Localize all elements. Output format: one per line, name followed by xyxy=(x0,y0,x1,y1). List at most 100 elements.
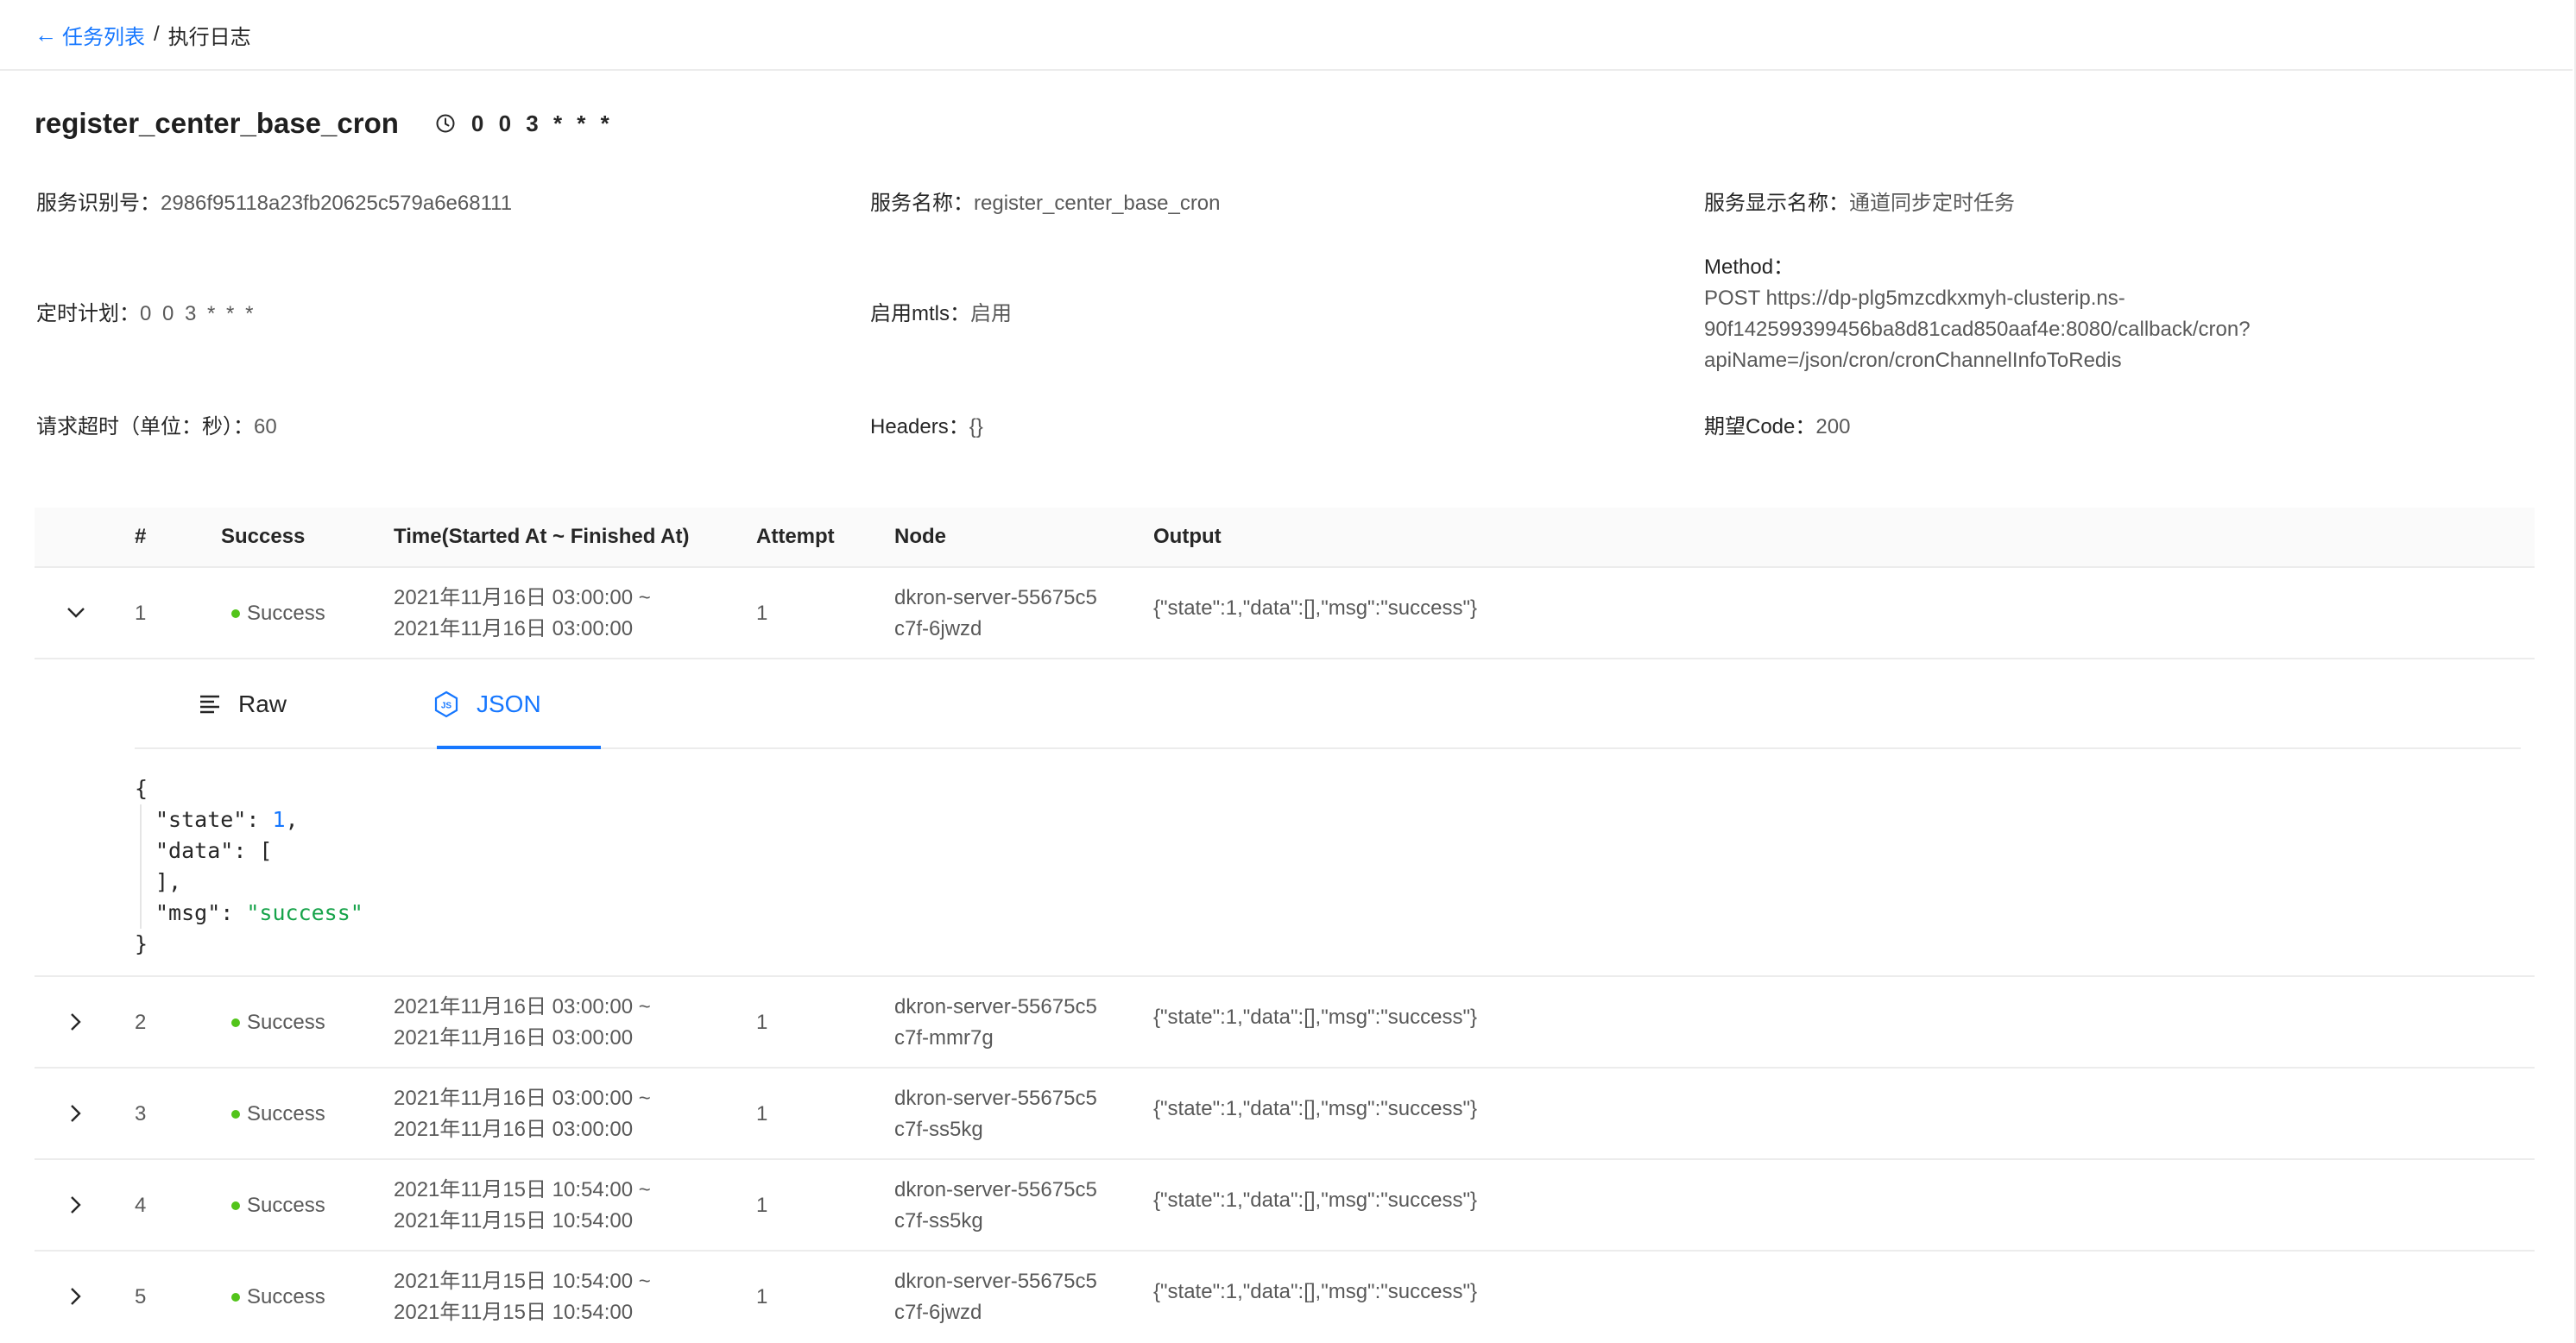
json-colon: : xyxy=(246,807,273,832)
json-colon: : xyxy=(220,900,247,925)
column-header-attempt[interactable]: Attempt xyxy=(756,525,835,549)
success-dot-icon xyxy=(231,1201,240,1210)
row-index: 3 xyxy=(135,1102,147,1125)
column-header-node[interactable]: Node xyxy=(894,525,946,549)
info-value: 0 0 3 * * * xyxy=(140,302,256,325)
breadcrumb: ← 任务列表 / 执行日志 xyxy=(0,0,2573,71)
json-array-open: : [ xyxy=(233,838,273,863)
column-header-time[interactable]: Time(Started At ~ Finished At) xyxy=(394,525,689,549)
row-node: dkron-server-55675c5 c7f-ss5kg xyxy=(894,1083,1097,1145)
info-label: 启用mtls： xyxy=(870,302,970,325)
time-end: 2021年11月16日 03:00:00 xyxy=(394,617,634,640)
tab-json[interactable]: JS JSON xyxy=(433,659,541,749)
info-label: Method： xyxy=(1704,255,1795,279)
chevron-right-icon xyxy=(71,1013,81,1031)
info-value: 60 xyxy=(254,415,277,438)
arrow-left-icon[interactable]: ← xyxy=(35,22,57,48)
time-start: 2021年11月15日 10:54:00 ~ xyxy=(394,1270,651,1293)
json-line-state: "state": 1, xyxy=(155,804,363,835)
info-mtls: 启用mtls：启用 xyxy=(870,299,1012,330)
time-start: 2021年11月16日 03:00:00 ~ xyxy=(394,1087,651,1110)
node-line-2: c7f-ss5kg xyxy=(894,1209,983,1233)
info-headers: Headers：{} xyxy=(870,412,983,443)
row-attempt: 1 xyxy=(756,1102,768,1125)
tab-raw-label[interactable]: Raw xyxy=(238,690,287,718)
info-value: 通道同步定时任务 xyxy=(1849,192,2015,215)
node-line-1: dkron-server-55675c5 xyxy=(894,995,1097,1018)
success-dot-icon xyxy=(231,1018,240,1027)
info-value: 200 xyxy=(1815,415,1851,438)
json-line-data: "data": [ xyxy=(155,835,363,867)
node-line-1: dkron-server-55675c5 xyxy=(894,1270,1097,1293)
tab-json-label[interactable]: JSON xyxy=(477,690,541,718)
json-number: 1 xyxy=(272,807,286,832)
back-to-task-list-link[interactable]: ← 任务列表 xyxy=(35,20,145,50)
page: ← 任务列表 / 执行日志 register_center_base_cron … xyxy=(0,0,2576,1343)
execution-log-table: # Success Time(Started At ~ Finished At)… xyxy=(35,508,2535,1343)
status-badge: Success xyxy=(231,598,325,629)
info-value: 2986f95118a23fb20625c579a6e68111 xyxy=(161,192,513,215)
collapse-row-button[interactable] xyxy=(64,601,88,625)
json-line-array-close: ], xyxy=(155,869,182,894)
expand-row-button[interactable] xyxy=(64,1284,88,1308)
expand-row-button[interactable] xyxy=(64,1101,88,1125)
info-value: {} xyxy=(969,415,983,438)
time-start: 2021年11月16日 03:00:00 ~ xyxy=(394,586,651,609)
row-node: dkron-server-55675c5 c7f-mmr7g xyxy=(894,992,1097,1054)
row-node: dkron-server-55675c5 c7f-6jwzd xyxy=(894,1266,1097,1328)
column-header-output[interactable]: Output xyxy=(1153,525,1222,549)
active-tab-indicator xyxy=(437,746,601,749)
svg-text:JS: JS xyxy=(441,702,452,711)
info-label: 定时计划： xyxy=(36,302,140,325)
node-line-1: dkron-server-55675c5 xyxy=(894,1178,1097,1201)
method-url-line-2: 90f142599399456ba8d81cad850aaf4e:8080/ca… xyxy=(1704,318,2251,341)
raw-text-icon xyxy=(199,693,221,716)
chevron-right-icon xyxy=(71,1105,81,1122)
info-value: 启用 xyxy=(970,302,1012,325)
node-line-2: c7f-6jwzd xyxy=(894,617,982,640)
chevron-right-icon xyxy=(71,1288,81,1305)
breadcrumb-current: 执行日志 xyxy=(167,25,251,49)
row-output: {"state":1,"data":[],"msg":"success"} xyxy=(1153,1006,1477,1029)
json-body: "state": 1, "data": [ ], "msg": "success… xyxy=(140,804,363,929)
info-expected-code: 期望Code：200 xyxy=(1704,412,1850,443)
json-key: "msg" xyxy=(155,900,221,925)
row-output: {"state":1,"data":[],"msg":"success"} xyxy=(1153,1189,1477,1212)
table-row[interactable]: 2 Success 2021年11月16日 03:00:00 ~2021年11月… xyxy=(35,977,2535,1069)
info-label: 服务显示名称： xyxy=(1704,192,1849,215)
time-start: 2021年11月16日 03:00:00 ~ xyxy=(394,995,651,1018)
info-label: 服务名称： xyxy=(870,192,974,215)
method-url-line-3: apiName=/json/cron/cronChannelInfoToRedi… xyxy=(1704,349,2122,372)
status-badge: Success xyxy=(231,1282,325,1313)
column-header-success[interactable]: Success xyxy=(221,525,305,549)
info-label: 期望Code： xyxy=(1704,415,1816,438)
row-detail-panel: Raw JS JSON { "state": 1, "data": [ ], "… xyxy=(35,659,2535,977)
time-end: 2021年11月15日 10:54:00 xyxy=(394,1209,634,1233)
success-dot-icon xyxy=(231,1110,240,1119)
breadcrumb-task-list[interactable]: 任务列表 xyxy=(62,20,145,50)
row-attempt: 1 xyxy=(756,1285,768,1308)
time-end: 2021年11月15日 10:54:00 xyxy=(394,1301,634,1324)
table-row[interactable]: 4 Success 2021年11月15日 10:54:00 ~2021年11月… xyxy=(35,1160,2535,1252)
node-line-2: c7f-6jwzd xyxy=(894,1301,982,1324)
row-time: 2021年11月16日 03:00:00 ~ 2021年11月16日 03:00:… xyxy=(394,992,651,1054)
column-header-index[interactable]: # xyxy=(135,525,146,549)
expand-row-button[interactable] xyxy=(64,1193,88,1217)
json-key: "state" xyxy=(155,807,247,832)
json-string: "success" xyxy=(246,900,363,925)
expand-row-button[interactable] xyxy=(64,1010,88,1034)
info-label: Headers： xyxy=(870,415,969,438)
row-output: {"state":1,"data":[],"msg":"success"} xyxy=(1153,1097,1477,1120)
table-row[interactable]: 1 Success 2021年11月16日 03:00:00 ~2021年11月… xyxy=(35,568,2535,659)
node-line-1: dkron-server-55675c5 xyxy=(894,586,1097,609)
table-row[interactable]: 5 Success 2021年11月15日 10:54:00 ~2021年11月… xyxy=(35,1252,2535,1343)
table-row[interactable]: 3 Success 2021年11月16日 03:00:00 ~2021年11月… xyxy=(35,1069,2535,1160)
info-method: Method： POST https://dp-plg5mzcdkxmyh-cl… xyxy=(1704,252,2251,376)
row-index: 4 xyxy=(135,1194,147,1217)
node-line-2: c7f-mmr7g xyxy=(894,1026,994,1050)
tab-raw[interactable]: Raw xyxy=(199,659,287,749)
job-header: register_center_base_cron 0 0 3 * * * xyxy=(35,107,614,140)
chevron-down-icon xyxy=(67,608,85,618)
row-time: 2021年11月15日 10:54:00 ~ 2021年11月15日 10:54:… xyxy=(394,1266,651,1328)
row-index: 2 xyxy=(135,1011,147,1034)
